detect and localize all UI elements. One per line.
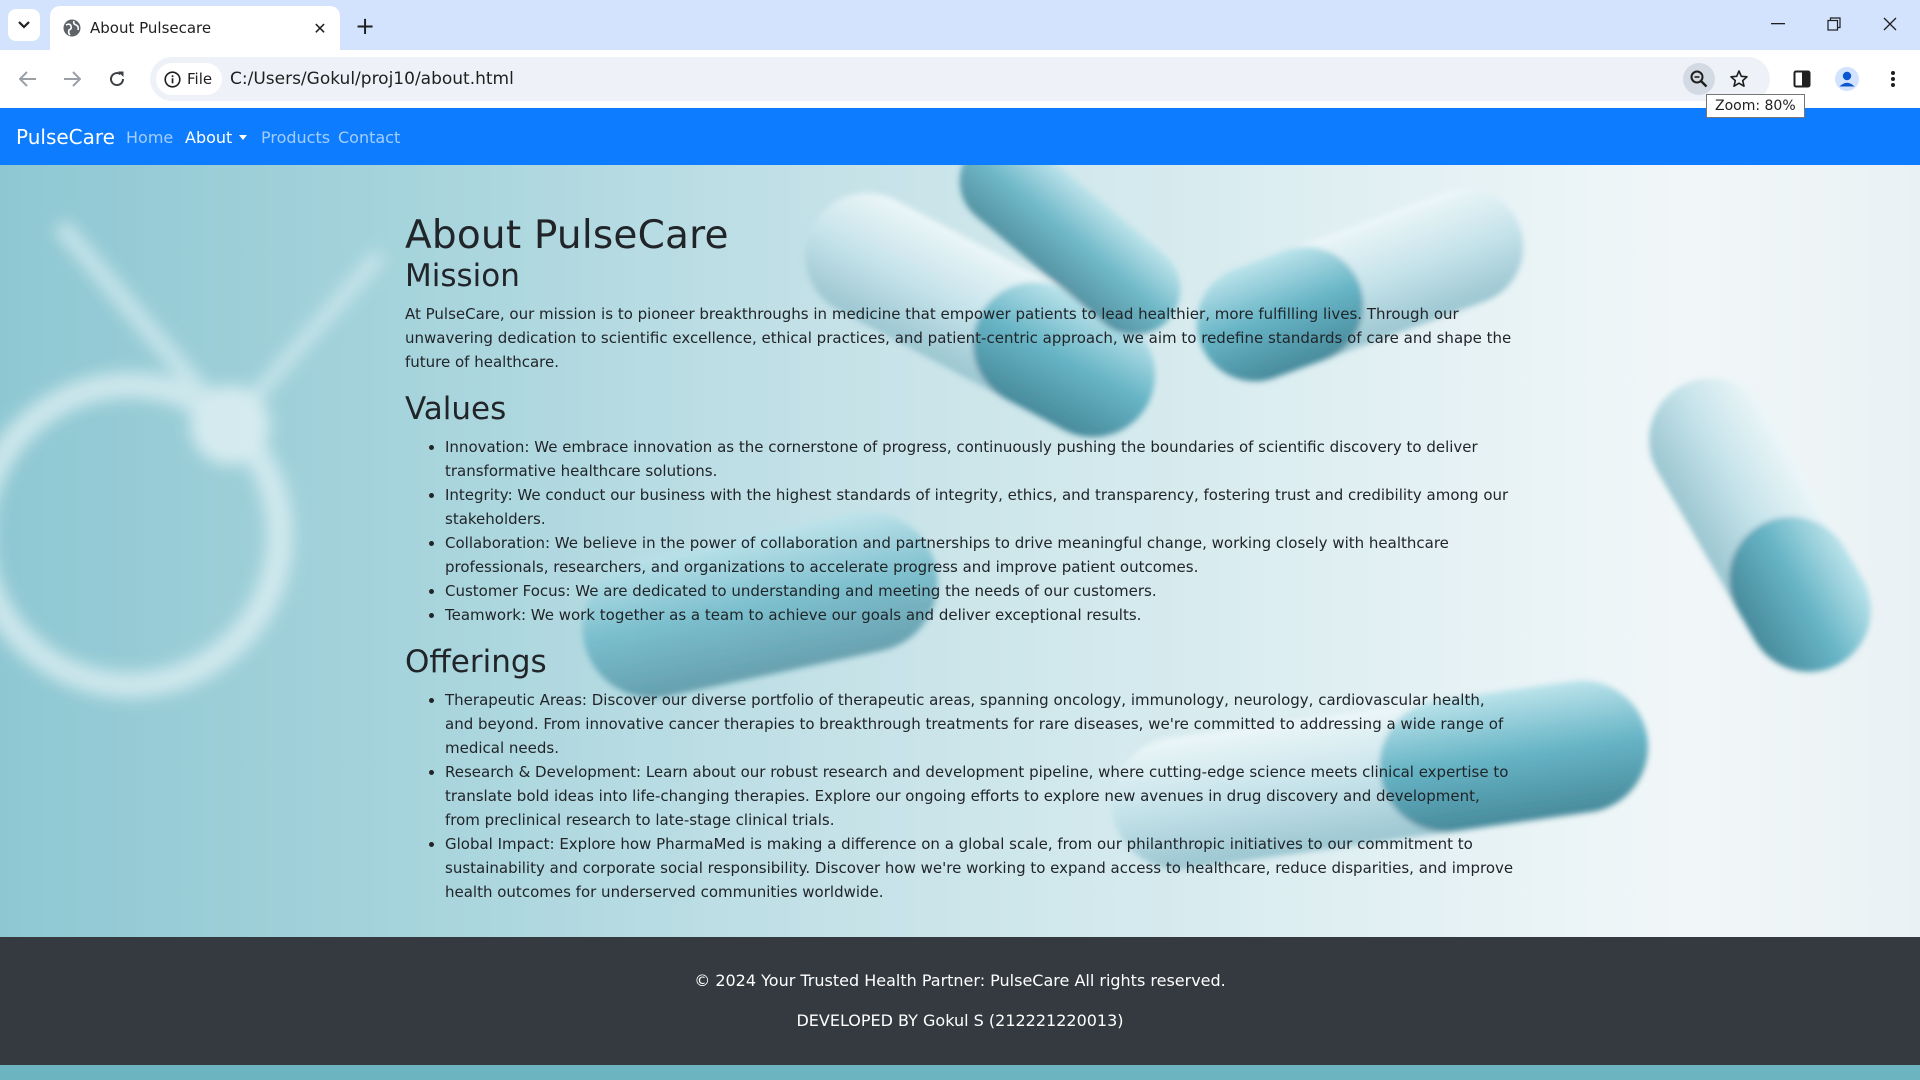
browser-toolbar: File C:/Users/Gokul/proj10/about.html [0,50,1920,108]
list-item: Therapeutic Areas: Discover our diverse … [445,688,1515,760]
list-item: Collaboration: We believe in the power o… [445,531,1515,579]
nav-about[interactable]: About [185,128,248,147]
plus-icon[interactable]: + [352,12,378,40]
list-item: Teamwork: We work together as a team to … [445,603,1515,627]
globe-icon [63,19,81,37]
site-info-chip[interactable]: File [156,63,223,95]
back-icon[interactable] [12,63,44,95]
offerings-heading: Offerings [405,644,547,680]
info-icon [164,70,181,88]
nav-about-label: About [185,128,233,147]
tab-list-icon [18,21,30,29]
close-icon[interactable]: ✕ [308,16,332,40]
footer-copyright: © 2024 Your Trusted Health Partner: Puls… [694,971,1226,990]
list-item: Integrity: We conduct our business with … [445,483,1515,531]
reload-icon[interactable] [101,63,133,95]
site-footer: © 2024 Your Trusted Health Partner: Puls… [0,937,1920,1065]
page-viewport: PulseCare Home About Products Contact Ab… [0,108,1920,1080]
list-item: Global Impact: Explore how PharmaMed is … [445,832,1515,904]
list-item: Customer Focus: We are dedicated to unde… [445,579,1515,603]
values-heading: Values [405,391,507,427]
star-icon[interactable] [1723,63,1755,95]
menu-icon[interactable] [1877,63,1909,95]
site-navbar: PulseCare Home About Products Contact [0,108,1920,165]
offerings-list: Therapeutic Areas: Discover our diverse … [405,688,1515,904]
mission-text: At PulseCare, our mission is to pioneer … [405,305,1512,371]
page-title: About PulseCare [405,213,729,258]
tab-title: About Pulsecare [90,19,212,37]
zoom-icon[interactable] [1683,63,1715,95]
side-panel-icon[interactable] [1786,63,1818,95]
caret-down-icon [239,135,248,140]
tab-search-button[interactable] [8,9,40,41]
zoom-tooltip: Zoom: 80% [1706,94,1805,118]
about-content: About PulseCare Mission At PulseCare, ou… [405,213,1515,904]
nav-products[interactable]: Products [261,128,330,147]
tab-strip: About Pulsecare ✕ + [0,0,1920,50]
mission-heading: Mission [405,258,520,294]
nav-home[interactable]: Home [126,128,173,147]
brand-logo[interactable]: PulseCare [16,125,115,149]
url-text[interactable]: C:/Users/Gokul/proj10/about.html [230,69,514,89]
minimize-icon[interactable] [1750,0,1806,48]
hero-background: About PulseCare Mission At PulseCare, ou… [0,165,1920,937]
values-list: Innovation: We embrace innovation as the… [405,435,1515,627]
restore-icon[interactable] [1806,0,1862,48]
window-close-icon[interactable] [1862,0,1918,48]
forward-icon[interactable] [56,63,88,95]
nav-contact[interactable]: Contact [338,128,400,147]
address-bar[interactable]: File C:/Users/Gokul/proj10/about.html [150,57,1770,101]
list-item: Research & Development: Learn about our … [445,760,1515,832]
file-label: File [187,70,213,88]
list-item: Innovation: We embrace innovation as the… [445,435,1515,483]
footer-developer: DEVELOPED BY Gokul S (212221220013) [796,1011,1124,1030]
active-tab[interactable]: About Pulsecare ✕ [50,6,340,50]
page-background-strip [0,1065,1920,1080]
profile-icon[interactable] [1831,63,1863,95]
